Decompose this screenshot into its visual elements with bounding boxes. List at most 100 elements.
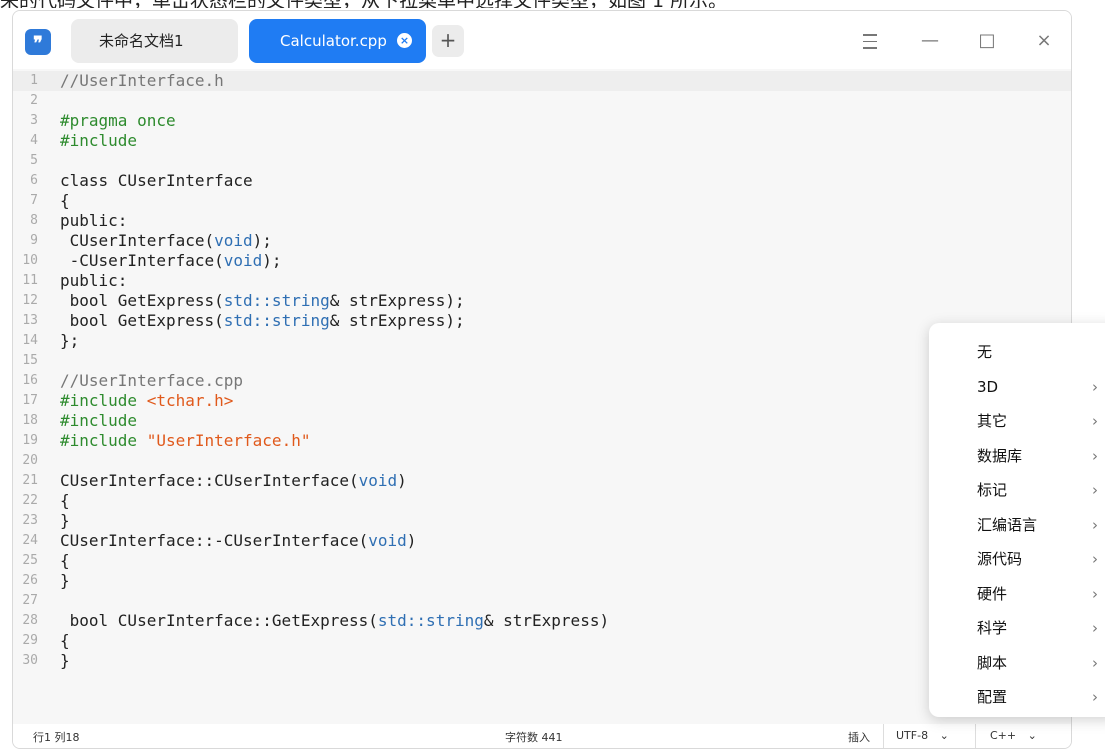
code-text: CUserInterface(void); (60, 231, 272, 251)
code-line[interactable]: 27 (13, 591, 1071, 611)
code-text: bool GetExpress(std::string& strExpress)… (60, 291, 465, 311)
page-caption: 来的代码文件中，单击状态栏的文件类型，从下拉菜单中选择文件类型，如图 1 所示。 (0, 0, 1105, 8)
code-token: #include (60, 431, 147, 450)
code-token: //UserInterface.h (60, 71, 224, 90)
code-line[interactable]: 21 CUserInterface::CUserInterface(void) (13, 471, 1071, 491)
code-line[interactable]: 11 public: (13, 271, 1071, 291)
code-text: bool GetExpress(std::string& strExpress)… (60, 311, 465, 331)
code-line[interactable]: 24 CUserInterface::-CUserInterface(void) (13, 531, 1071, 551)
code-token: std::string (223, 311, 330, 330)
code-text: public: (60, 271, 127, 291)
menu-item[interactable]: 配置 › (929, 680, 1105, 714)
code-line[interactable]: 3 #pragma once (13, 111, 1071, 131)
menu-item[interactable]: 源代码 › (929, 542, 1105, 576)
code-text: #include (60, 411, 137, 431)
code-line[interactable]: 5 (13, 151, 1071, 171)
code-line[interactable]: 16 //UserInterface.cpp (13, 371, 1071, 391)
code-text: //UserInterface.cpp (60, 371, 243, 391)
line-number: 13 (22, 313, 38, 328)
code-line[interactable]: 29 { (13, 631, 1071, 651)
code-text: public: (60, 211, 127, 231)
code-token: { (60, 191, 70, 210)
code-text: CUserInterface::CUserInterface(void) (60, 471, 407, 491)
menu-item[interactable]: 脚本 › (929, 646, 1105, 680)
code-line[interactable]: 14}; (13, 331, 1071, 351)
tab-close-icon[interactable]: × (397, 33, 412, 48)
code-token: } (60, 571, 70, 590)
line-number: 6 (30, 173, 38, 188)
code-line[interactable]: 22 { (13, 491, 1071, 511)
code-token: { (60, 631, 70, 650)
code-line[interactable]: 20 (13, 451, 1071, 471)
code-token: CUserInterface::CUserInterface( (60, 471, 359, 490)
code-token: { (60, 551, 70, 570)
code-token: } (60, 511, 70, 530)
line-number: 4 (30, 133, 38, 148)
code-line[interactable]: 23} (13, 511, 1071, 531)
code-line[interactable]: 26} (13, 571, 1071, 591)
code-line[interactable]: 30} (13, 651, 1071, 671)
code-text: } (60, 571, 70, 591)
code-token: public: (60, 211, 128, 230)
code-line[interactable]: 13 bool GetExpress(std::string& strExpre… (13, 311, 1071, 331)
code-token: & strExpress); (329, 311, 465, 330)
code-line[interactable]: 7{ (13, 191, 1071, 211)
line-number: 7 (30, 193, 38, 208)
tab-untitled-document[interactable]: 未命名文档1 (71, 19, 238, 63)
character-count: 字符数 441 (505, 731, 563, 744)
close-window-button[interactable]: × (1032, 29, 1056, 53)
code-token: <tchar.h> (146, 391, 234, 410)
code-token: void (214, 231, 253, 250)
code-line[interactable]: 6 class CUserInterface (13, 171, 1071, 191)
cursor-position: 行1 列18 (33, 731, 80, 744)
code-line[interactable]: 18 #include (13, 411, 1071, 431)
code-line[interactable]: 8 public: (13, 211, 1071, 231)
line-number: 26 (22, 573, 38, 588)
code-token: void (223, 251, 263, 270)
file-type-dropdown-menu: 无 3D › 其它 › 数据库 › 标记 › 汇编语言 › 源代码 › 硬件 › 科学 › 脚本 › 配置 › (929, 323, 1105, 717)
menu-item[interactable]: 数据库 › (929, 439, 1105, 473)
code-text: bool CUserInterface::GetExpress(std::str… (60, 611, 609, 631)
chevron-down-icon: ⌄ (1027, 729, 1037, 742)
tab-calculator-cpp[interactable]: Calculator.cpp × (249, 19, 426, 63)
chevron-right-icon: › (1092, 446, 1098, 465)
menu-item[interactable]: 汇编语言 › (929, 508, 1105, 542)
code-editor[interactable]: 1//UserInterface.h 2 3 #pragma once 4 #includ… (13, 69, 1071, 724)
insert-mode-indicator[interactable]: 插入 (848, 729, 870, 745)
main-menu-button[interactable] (858, 29, 882, 53)
code-token: ); (252, 231, 272, 250)
line-number: 16 (22, 373, 38, 388)
line-number: 3 (30, 113, 38, 128)
menu-item[interactable]: 3D › (929, 370, 1105, 404)
new-tab-button[interactable]: + (432, 25, 464, 57)
menu-item[interactable]: 其它 › (929, 404, 1105, 438)
encoding-selector[interactable]: UTF-8 ⌄ (883, 724, 961, 748)
app-logo-icon: ❞ (25, 29, 51, 55)
code-text: #pragma once (60, 111, 176, 131)
code-line[interactable]: 4 #include (13, 131, 1071, 151)
code-line[interactable]: 28 bool CUserInterface::GetExpress(std::… (13, 611, 1071, 631)
code-token: { (60, 491, 70, 510)
code-line[interactable]: 12 bool GetExpress(std::string& strExpre… (13, 291, 1071, 311)
line-number: 21 (22, 473, 38, 488)
maximize-button[interactable]: □ (975, 29, 999, 53)
code-line[interactable]: 17 #include <tchar.h> (13, 391, 1071, 411)
code-line[interactable]: 25 { (13, 551, 1071, 571)
code-line[interactable]: 19 #include "UserInterface.h" (13, 431, 1071, 451)
menu-item-label: 源代码 (977, 550, 1023, 568)
code-text: CUserInterface::-CUserInterface(void) (60, 531, 416, 551)
menu-item[interactable]: 硬件 › (929, 577, 1105, 611)
code-text: { (60, 631, 70, 651)
line-number: 10 (22, 253, 38, 268)
menu-item[interactable]: 标记 › (929, 473, 1105, 507)
code-line[interactable]: 15 (13, 351, 1071, 371)
file-type-selector[interactable]: C++ ⌄ (975, 724, 1045, 748)
minimize-button[interactable]: — (918, 29, 942, 53)
code-line[interactable]: 1 //UserInterface.h (13, 71, 1071, 91)
code-text: class CUserInterface (60, 171, 253, 191)
menu-item[interactable]: 无 (929, 335, 1105, 369)
code-line[interactable]: 10 -CUserInterface(void); (13, 251, 1071, 271)
code-line[interactable]: 2 (13, 91, 1071, 111)
menu-item[interactable]: 科学 › (929, 611, 1105, 645)
code-line[interactable]: 9 CUserInterface(void); (13, 231, 1071, 251)
